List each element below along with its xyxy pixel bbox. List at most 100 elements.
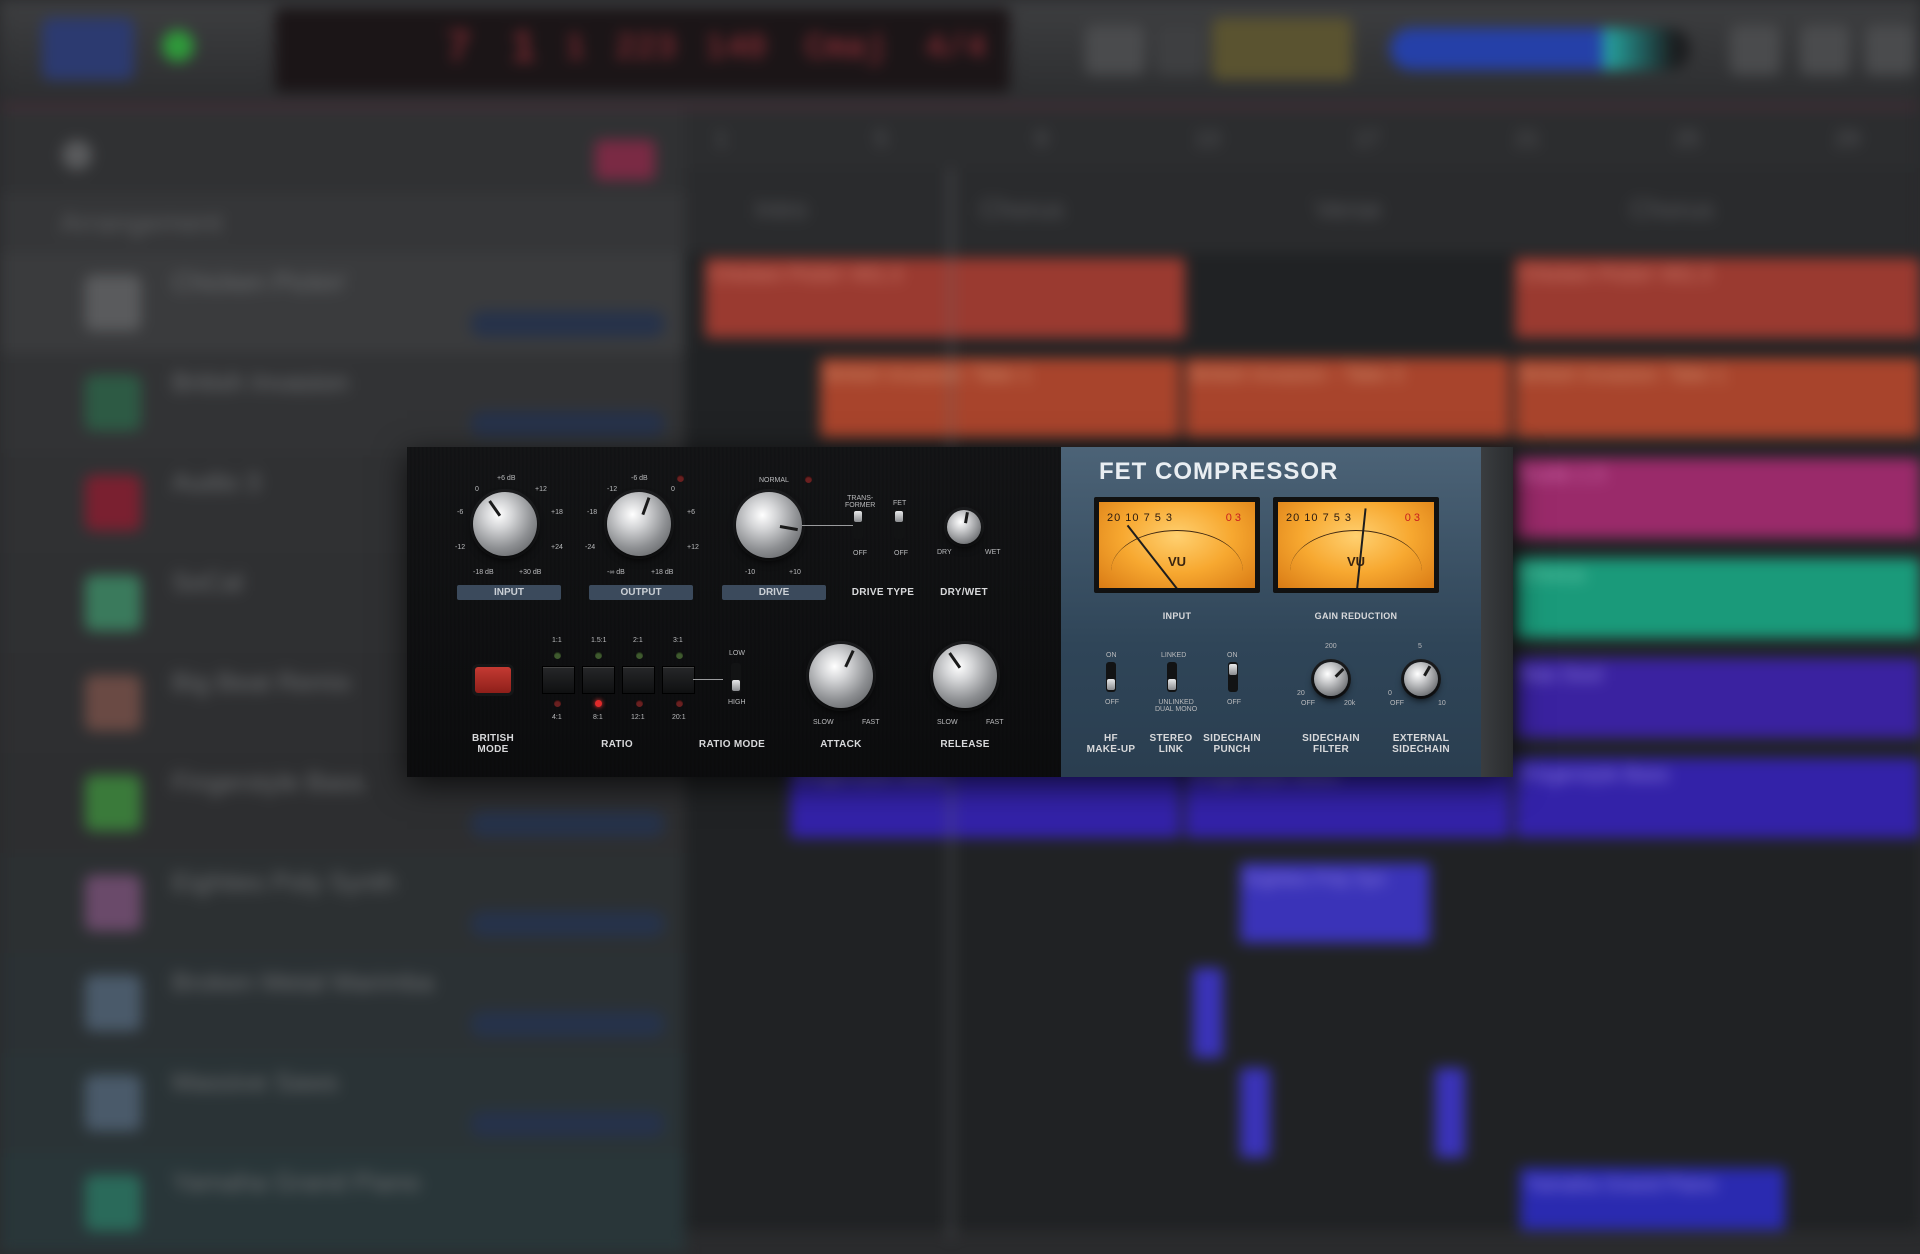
audio-region[interactable]: Chicken Pickin' #01.3 [705, 258, 1185, 338]
region-label: British Invasion: Take 1 [826, 364, 1032, 386]
fet-toggle[interactable] [894, 509, 904, 539]
ratio-mode-high-label: HIGH [728, 699, 746, 706]
track-header[interactable]: Eighties Poly Synth [0, 853, 685, 954]
volume-slider[interactable] [470, 1011, 665, 1037]
browser-button[interactable] [1865, 25, 1915, 75]
midi-region[interactable]: Fingerstyle Bass [1515, 758, 1920, 838]
midi-region[interactable] [1435, 1068, 1465, 1158]
ratio-label-bottom: 8:1 [593, 714, 603, 721]
track-name: Audio 3 [172, 467, 261, 497]
drive-normal-label: NORMAL [759, 477, 789, 484]
section-marker[interactable]: Intro [755, 194, 807, 225]
master-volume-slider[interactable] [1390, 28, 1690, 70]
audio-region[interactable]: British Invasion: Take 1 [820, 358, 1180, 438]
cycle-button[interactable] [1085, 25, 1145, 75]
audio-region[interactable]: Audio 1.5 [1515, 458, 1920, 538]
ratio-led [636, 652, 643, 659]
ratio-button[interactable] [582, 666, 615, 694]
smart-controls-button[interactable] [595, 140, 655, 180]
hf-makeup-off-label: OFF [1105, 699, 1119, 706]
midi-region[interactable]: Nas Soul [1515, 658, 1920, 738]
input-knob[interactable] [473, 492, 537, 556]
lcd-bar: 7 [445, 24, 472, 74]
ratio-button[interactable] [662, 666, 695, 694]
track-icon [85, 775, 141, 831]
volume-slider[interactable] [470, 411, 665, 437]
lcd-div: 1 [565, 30, 586, 68]
play-button[interactable] [42, 18, 134, 80]
drive-max-label: +10 [789, 569, 801, 576]
ratio-button[interactable] [542, 666, 575, 694]
ruler[interactable]: 1 5 9 13 17 21 25 29 [685, 108, 1920, 168]
track-icon [85, 375, 141, 431]
external-sidechain-knob[interactable] [1404, 662, 1438, 696]
ratio-label-bottom: 12:1 [631, 714, 645, 721]
fet-off-label: OFF [894, 550, 908, 557]
audio-region[interactable]: Chicken Pickin' #01.3 [1515, 258, 1920, 338]
ruler-mark: 13 [1195, 126, 1220, 151]
ruler-mark: 17 [1355, 126, 1380, 151]
track-header[interactable]: British Invasion [0, 353, 685, 454]
track-header[interactable]: Massive Saws [0, 1053, 685, 1154]
input-scale-tick: +24 [551, 544, 563, 551]
midi-region[interactable] [1193, 968, 1223, 1058]
stereo-link-toggle[interactable] [1167, 662, 1177, 692]
midi-region[interactable]: Yamaha Grand Piano [1520, 1168, 1785, 1230]
midi-region[interactable]: Chorus [1515, 558, 1920, 638]
search-button[interactable] [1800, 25, 1850, 75]
add-track-button[interactable] [62, 140, 92, 170]
track-icon [85, 1075, 141, 1131]
section-marker[interactable]: Chorus [1630, 194, 1714, 225]
track-header[interactable]: Chicken Pickin' [0, 253, 685, 354]
drive-label: DRIVE [722, 585, 826, 600]
track-name: Eighties Poly Synth [172, 867, 397, 897]
input-min-label: -18 dB [473, 569, 494, 576]
region-label: Chorus [1521, 564, 1586, 586]
british-mode-button[interactable] [475, 667, 511, 693]
ratio-button[interactable] [622, 666, 655, 694]
release-knob[interactable] [933, 644, 997, 708]
sidechain-filter-top-label: 200 [1325, 643, 1337, 650]
lock-button[interactable] [1212, 18, 1352, 80]
region-label: Eighties Poly Syn [1246, 869, 1387, 889]
drive-knob[interactable] [736, 492, 802, 558]
ratio-mode-toggle[interactable] [731, 663, 741, 693]
input-scale-tick: +6 dB [497, 475, 516, 482]
output-knob[interactable] [607, 492, 671, 556]
track-header[interactable]: Broken Metal Marimba [0, 953, 685, 1054]
arrangement-track[interactable]: Intro Chorus Verse Chorus [685, 168, 1920, 253]
ratio-led [554, 700, 561, 707]
audio-region[interactable]: British Invasion: Take 1 [1515, 358, 1920, 438]
ratio-mode-low-label: LOW [729, 650, 745, 657]
dry-wet-knob[interactable] [947, 510, 981, 544]
region-label: Chicken Pickin' #01.3 [711, 264, 902, 286]
track-header[interactable]: Yamaha Grand Piano [0, 1153, 685, 1254]
midi-region[interactable] [1240, 1068, 1270, 1158]
input-scale-tick: -6 [457, 509, 464, 516]
attack-knob[interactable] [809, 644, 873, 708]
input-scale-tick: -12 [455, 544, 466, 551]
midi-region[interactable]: Eighties Poly Syn [1240, 863, 1430, 943]
audio-region[interactable]: British Invasion - Take 3 [1185, 358, 1510, 438]
ratio-led [676, 700, 683, 707]
sidechain-filter-left-label: 20 [1297, 690, 1305, 697]
stereo-link-on-label: LINKED [1161, 652, 1187, 659]
sidechain-punch-label: SIDECHAIN PUNCH [1203, 733, 1261, 755]
transformer-toggle[interactable] [853, 509, 863, 539]
stereo-link-label: STEREO LINK [1149, 733, 1193, 755]
pencil-button[interactable] [1155, 25, 1205, 75]
section-marker[interactable]: Chorus [980, 194, 1064, 225]
volume-slider[interactable] [470, 1111, 665, 1137]
section-marker[interactable]: Verse [1315, 194, 1382, 225]
sidechain-filter-off-label: OFF [1301, 700, 1315, 707]
volume-slider[interactable] [470, 811, 665, 837]
notes-button[interactable] [1730, 25, 1780, 75]
dry-label: DRY [937, 549, 952, 556]
sidechain-punch-toggle[interactable] [1228, 662, 1238, 692]
volume-slider[interactable] [470, 911, 665, 937]
volume-slider[interactable] [470, 311, 665, 337]
hf-makeup-toggle[interactable] [1106, 662, 1116, 692]
stereo-link-off-label: UNLINKED DUAL MONO [1155, 699, 1198, 713]
record-button[interactable] [162, 30, 194, 62]
sidechain-filter-knob[interactable] [1314, 662, 1348, 696]
